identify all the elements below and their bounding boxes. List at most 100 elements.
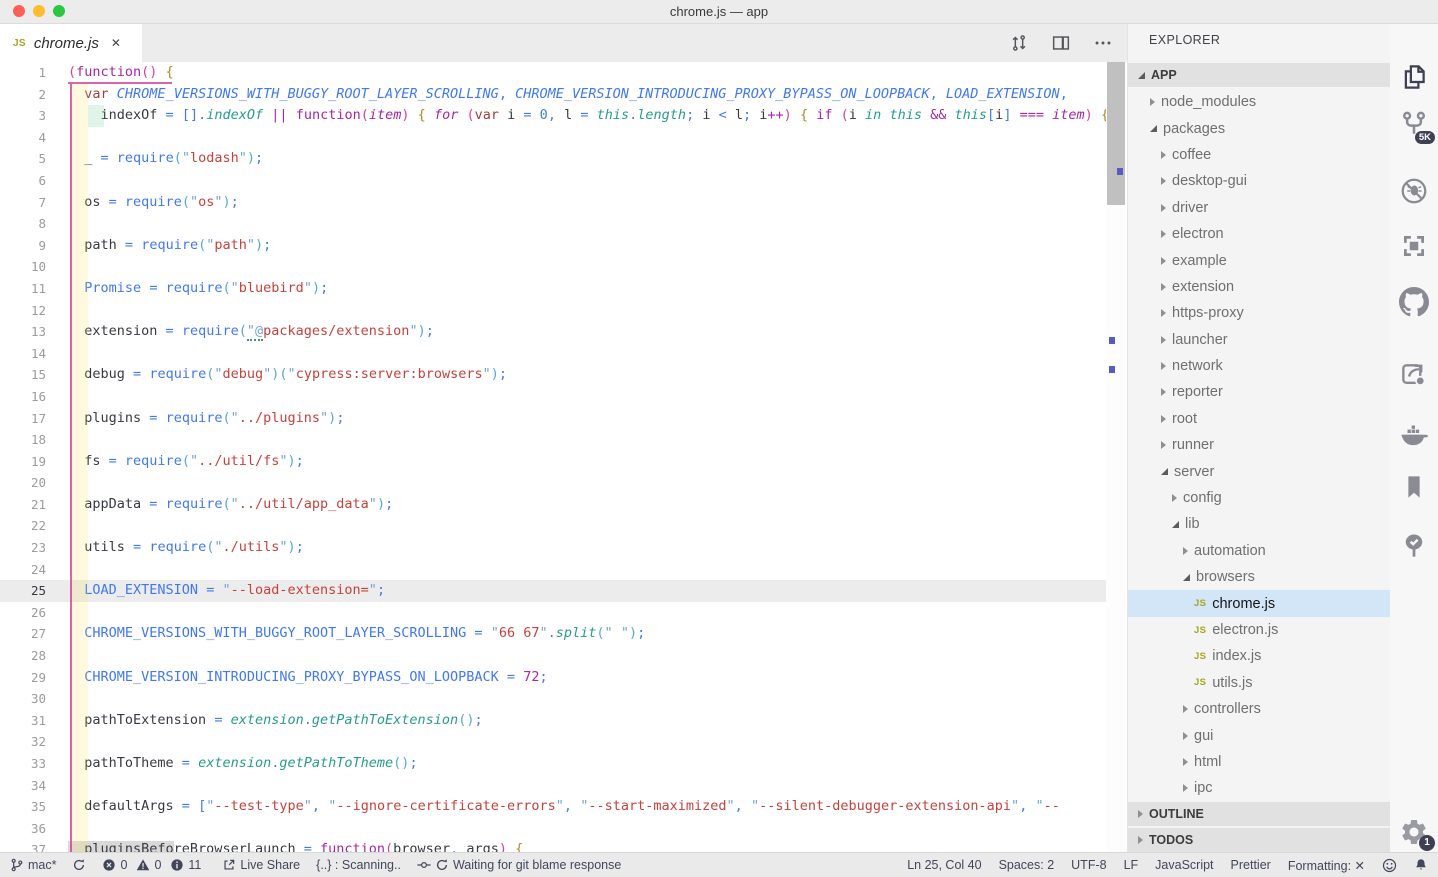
tree-item-launcher[interactable]: launcher (1128, 327, 1391, 353)
status-git-branch[interactable]: mac* (10, 858, 56, 872)
code-line-32[interactable]: 32 (0, 731, 1106, 753)
tree-item-https-proxy[interactable]: https-proxy (1128, 300, 1391, 326)
code-line-24[interactable]: 24 (0, 559, 1106, 581)
tab-chrome-js[interactable]: JS chrome.js ✕ (0, 24, 142, 62)
tree-item-server[interactable]: server (1128, 458, 1391, 484)
code-line-13[interactable]: 13 extension = require("@packages/extens… (0, 321, 1106, 343)
code-line-16[interactable]: 16 (0, 386, 1106, 408)
status-git-blame[interactable]: Waiting for git blame response (417, 858, 621, 872)
status-cursor-position[interactable]: Ln 25, Col 40 (907, 858, 981, 872)
tree-item-index.js[interactable]: JSindex.js (1128, 643, 1391, 669)
section-header-todos[interactable]: TODOS (1128, 828, 1391, 852)
status-indentation[interactable]: Spaces: 2 (999, 858, 1055, 872)
status-encoding[interactable]: UTF-8 (1071, 858, 1106, 872)
status-scanning[interactable]: {..} : Scanning.. (316, 858, 401, 872)
tree-item-network[interactable]: network (1128, 353, 1391, 379)
code-line-21[interactable]: 21 appData = require("../util/app_data")… (0, 494, 1106, 516)
code-line-19[interactable]: 19 fs = require("../util/fs"); (0, 451, 1106, 473)
code-line-10[interactable]: 10 (0, 256, 1106, 278)
code-line-20[interactable]: 20 (0, 472, 1106, 494)
code-line-3[interactable]: 3 indexOf = [].indexOf || function(item)… (0, 105, 1106, 127)
code-line-5[interactable]: 5 _ = require("lodash"); (0, 148, 1106, 170)
tree-item-lib[interactable]: lib (1128, 511, 1391, 537)
debug-off-icon[interactable] (1399, 176, 1429, 206)
code-line-36[interactable]: 36 (0, 818, 1106, 840)
screenshot-frame-icon[interactable] (1399, 231, 1429, 261)
github-icon[interactable] (1399, 287, 1429, 317)
status-eol[interactable]: LF (1124, 858, 1139, 872)
scrollbar-thumb[interactable] (1107, 62, 1125, 205)
source-control-icon[interactable]: 5K (1399, 110, 1429, 140)
code-line-23[interactable]: 23 utils = require("./utils"); (0, 537, 1106, 559)
code-line-9[interactable]: 9 path = require("path"); (0, 235, 1106, 257)
tree-item-config[interactable]: config (1128, 485, 1391, 511)
tree-item-html[interactable]: html (1128, 749, 1391, 775)
section-header-app[interactable]: APP (1128, 63, 1391, 87)
tree-item-electron[interactable]: electron (1128, 221, 1391, 247)
todo-tree-icon[interactable] (1399, 531, 1429, 561)
tree-item-node-modules[interactable]: node_modules (1128, 89, 1391, 115)
code-line-14[interactable]: 14 (0, 343, 1106, 365)
tree-item-automation[interactable]: automation (1128, 538, 1391, 564)
tree-item-browsers[interactable]: browsers (1128, 564, 1391, 590)
code-line-17[interactable]: 17 plugins = require("../plugins"); (0, 408, 1106, 430)
code-line-31[interactable]: 31 pathToExtension = extension.getPathTo… (0, 710, 1106, 732)
status-language-mode[interactable]: JavaScript (1155, 858, 1213, 872)
code-line-7[interactable]: 7 os = require("os"); (0, 192, 1106, 214)
tree-item-example[interactable]: example (1128, 247, 1391, 273)
code-line-1[interactable]: 1(function() { (0, 62, 1106, 84)
split-editor-button[interactable] (1049, 31, 1073, 55)
tree-item-root[interactable]: root (1128, 406, 1391, 432)
code-line-12[interactable]: 12 (0, 300, 1106, 322)
editor-scrollbar[interactable] (1106, 62, 1126, 852)
code-editor[interactable]: 1(function() {2 var CHROME_VERSIONS_WITH… (0, 62, 1127, 852)
code-line-28[interactable]: 28 (0, 645, 1106, 667)
tree-item-packages[interactable]: packages (1128, 115, 1391, 141)
tree-item-reporter[interactable]: reporter (1128, 379, 1391, 405)
code-line-30[interactable]: 30 (0, 688, 1106, 710)
docker-icon[interactable] (1399, 421, 1429, 451)
tree-item-controllers[interactable]: controllers (1128, 696, 1391, 722)
code-line-11[interactable]: 11 Promise = require("bluebird"); (0, 278, 1106, 300)
code-line-22[interactable]: 22 (0, 515, 1106, 537)
code-lines[interactable]: 1(function() {2 var CHROME_VERSIONS_WITH… (0, 62, 1106, 852)
status-live-share[interactable]: Live Share (222, 858, 300, 872)
code-line-26[interactable]: 26 (0, 602, 1106, 624)
more-actions-button[interactable] (1091, 31, 1115, 55)
code-line-15[interactable]: 15 debug = require("debug")("cypress:ser… (0, 364, 1106, 386)
status-notifications[interactable] (1414, 858, 1428, 872)
tree-item-ipc[interactable]: ipc (1128, 775, 1391, 801)
status-sync[interactable] (72, 858, 86, 872)
code-line-29[interactable]: 29 CHROME_VERSION_INTRODUCING_PROXY_BYPA… (0, 667, 1106, 689)
tree-item-utils.js[interactable]: JSutils.js (1128, 670, 1391, 696)
status-prettier[interactable]: Prettier (1231, 858, 1271, 872)
files-icon[interactable] (1399, 62, 1429, 92)
tree-item-driver[interactable]: driver (1128, 195, 1391, 221)
section-header-outline[interactable]: OUTLINE (1128, 802, 1391, 826)
code-line-33[interactable]: 33 pathToTheme = extension.getPathToThem… (0, 753, 1106, 775)
tree-item-gui[interactable]: gui (1128, 722, 1391, 748)
settings-icon[interactable]: 1 (1399, 817, 1429, 847)
code-line-2[interactable]: 2 var CHROME_VERSIONS_WITH_BUGGY_ROOT_LA… (0, 84, 1106, 106)
code-line-25[interactable]: 25 LOAD_EXTENSION = "--load-extension="; (0, 580, 1106, 602)
share-icon[interactable] (1399, 359, 1429, 389)
status-problems[interactable]: 0011 (102, 858, 206, 872)
bookmarks-icon[interactable] (1399, 472, 1429, 502)
tree-item-extension[interactable]: extension (1128, 274, 1391, 300)
code-line-4[interactable]: 4 (0, 127, 1106, 149)
tree-item-runner[interactable]: runner (1128, 432, 1391, 458)
code-line-27[interactable]: 27 CHROME_VERSIONS_WITH_BUGGY_ROOT_LAYER… (0, 623, 1106, 645)
code-line-34[interactable]: 34 (0, 775, 1106, 797)
code-line-8[interactable]: 8 (0, 213, 1106, 235)
tree-item-desktop-gui[interactable]: desktop-gui (1128, 168, 1391, 194)
code-line-6[interactable]: 6 (0, 170, 1106, 192)
open-changes-button[interactable] (1007, 31, 1031, 55)
tree-item-chrome.js[interactable]: JSchrome.js (1128, 590, 1391, 616)
code-line-35[interactable]: 35 defaultArgs = ["--test-type", "--igno… (0, 796, 1106, 818)
status-feedback[interactable] (1382, 858, 1397, 873)
status-formatting[interactable]: Formatting: ✕ (1288, 858, 1365, 873)
tree-item-electron.js[interactable]: JSelectron.js (1128, 617, 1391, 643)
tree-item-coffee[interactable]: coffee (1128, 142, 1391, 168)
close-tab-icon[interactable]: ✕ (111, 36, 121, 50)
code-line-18[interactable]: 18 (0, 429, 1106, 451)
